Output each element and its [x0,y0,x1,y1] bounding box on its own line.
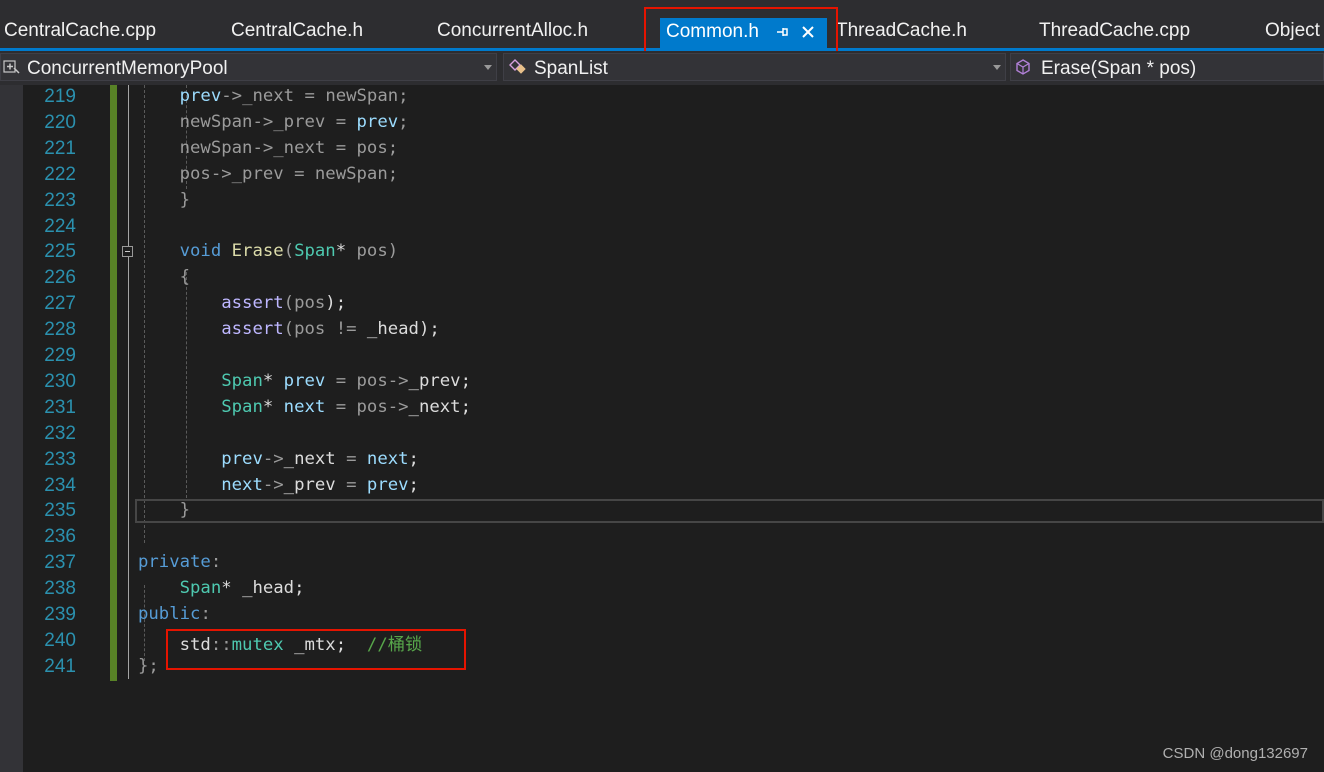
code-text: assert(pos != _head); [221,319,440,340]
line-number: 232 [44,422,76,444]
line-number: 236 [44,526,76,548]
code-text: private: [138,552,222,573]
line-number: 227 [44,293,76,315]
line-number: 229 [44,345,76,366]
line-number: 222 [44,163,76,185]
code-line[interactable]: 220 newSpan->_prev = prev; [0,111,1324,137]
code-line[interactable]: 226 { [0,266,1324,292]
tab-threadcache-h[interactable]: ThreadCache.h [836,20,967,42]
chevron-down-icon [993,65,1001,70]
tab-concurrentalloc-h[interactable]: ConcurrentAlloc.h [437,20,588,42]
code-text: std::mutex _mtx; //桶锁 [179,634,423,655]
line-number: 241 [44,655,76,677]
code-line[interactable]: 235 } [0,499,1324,525]
project-dropdown[interactable]: ConcurrentMemoryPool [0,53,497,81]
project-name: ConcurrentMemoryPool [27,58,228,79]
pin-icon[interactable] [774,24,790,40]
line-number: 221 [44,137,76,159]
code-editor[interactable]: 219 prev->_next = newSpan; 220 newSpan->_… [0,85,1324,772]
code-line[interactable]: 223 } [0,189,1324,215]
code-text: newSpan->_prev = prev; [179,111,409,132]
line-number: 233 [44,448,76,470]
code-line[interactable]: 232 [0,422,1324,448]
close-icon[interactable] [800,24,816,40]
code-line[interactable]: 240 std::mutex _mtx; //桶锁 [0,629,1324,655]
code-line[interactable]: 236 [0,525,1324,551]
code-text: void Erase(Span* pos) [179,241,399,262]
code-text: pos->_prev = newSpan; [179,163,399,184]
code-text: prev->_next = newSpan; [179,86,409,106]
class-icon [509,59,526,74]
code-line[interactable]: 238 Span* _head; [0,577,1324,603]
method-icon [1016,59,1030,75]
code-line[interactable]: 228 assert(pos != _head); [0,318,1324,344]
watermark: CSDN @dong132697 [1162,745,1308,762]
line-number: 226 [44,267,76,289]
code-text: } [179,189,191,210]
code-text: next->_prev = prev; [221,474,419,495]
code-text: Span* next = pos->_next; [221,396,471,417]
code-line[interactable]: 219 prev->_next = newSpan; [0,85,1324,111]
line-number: 228 [44,319,76,341]
scope-name: SpanList [534,58,608,79]
code-text: Span* _head; [179,578,305,599]
code-text: public: [138,604,211,624]
code-line[interactable]: 241}; [0,655,1324,681]
code-text: { [179,267,191,288]
code-line[interactable]: 239 public: [0,603,1324,629]
line-number: 238 [44,578,76,600]
code-line[interactable]: 224 [0,215,1324,241]
code-text: Span* prev = pos->_prev; [221,370,471,391]
tab-centralcache-h[interactable]: CentralCache.h [231,20,363,42]
tab-common-h-label: Common.h [666,21,759,42]
line-number: 240 [44,629,76,651]
line-number: 239 [44,604,76,625]
tab-threadcache-cpp[interactable]: ThreadCache.cpp [1039,20,1190,42]
line-number: 237 [44,552,76,574]
tab-centralcache-cpp[interactable]: CentralCache.cpp [4,20,156,42]
chevron-down-icon [484,65,492,70]
line-number: 231 [44,396,76,418]
code-text: }; [138,655,159,676]
code-line[interactable]: 227 assert(pos); [0,292,1324,318]
tab-object[interactable]: Object [1265,20,1320,42]
line-number: 235 [44,500,76,522]
line-number: 225 [44,241,76,263]
code-line[interactable]: 231 Span* next = pos->_next; [0,396,1324,422]
line-number: 220 [44,111,76,133]
code-line[interactable]: 221 newSpan->_next = pos; [0,137,1324,163]
code-line[interactable]: 225 void Erase(Span* pos) [0,240,1324,266]
tab-common-h[interactable]: Common.h [660,18,827,48]
document-tab-bar: CentralCache.cpp CentralCache.h Concurre… [0,0,1324,51]
code-text: } [179,500,191,521]
navigation-bar: ConcurrentMemoryPool SpanList Erase(Span… [0,51,1324,85]
scope-dropdown[interactable]: SpanList [503,53,1006,81]
code-text: prev->_next = next; [221,448,419,469]
code-line[interactable]: 234 next->_prev = prev; [0,474,1324,500]
code-line[interactable]: 229 [0,344,1324,370]
project-icon [3,60,20,74]
code-line[interactable]: 233 prev->_next = next; [0,448,1324,474]
code-line[interactable]: 237 private: [0,551,1324,577]
line-number: 219 [44,86,76,107]
member-name: Erase(Span * pos) [1041,58,1197,79]
line-number: 230 [44,370,76,392]
line-number: 234 [44,474,76,496]
code-text: assert(pos); [221,293,347,314]
code-line[interactable]: 230 Span* prev = pos->_prev; [0,370,1324,396]
code-text: newSpan->_next = pos; [179,137,399,158]
line-number: 224 [44,215,76,237]
line-number: 223 [44,189,76,211]
member-dropdown[interactable]: Erase(Span * pos) [1010,53,1324,81]
code-line[interactable]: 222 pos->_prev = newSpan; [0,163,1324,189]
